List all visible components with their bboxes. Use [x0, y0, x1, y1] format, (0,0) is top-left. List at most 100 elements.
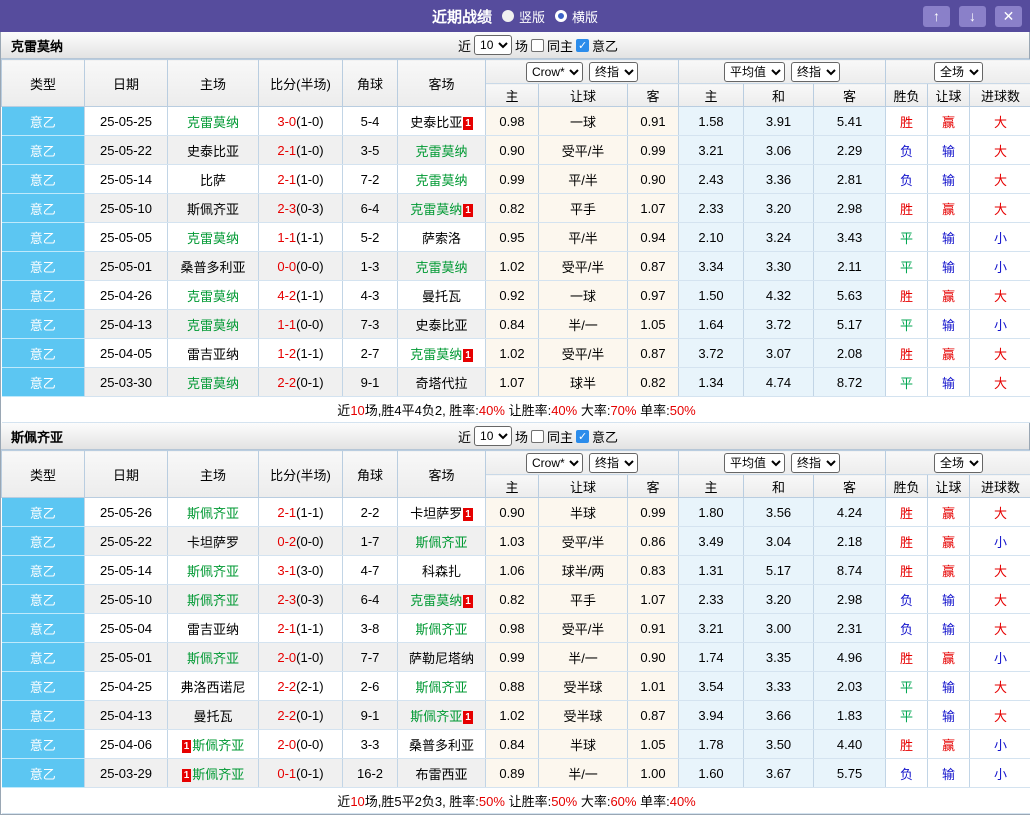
col-header-corner: 角球	[343, 451, 398, 498]
goals-result-cell: 大	[970, 614, 1030, 643]
league-filter-checkbox[interactable]: ✓	[576, 39, 589, 52]
odds-company-select[interactable]: Crow*	[526, 453, 583, 473]
fullmatch-group: 全场	[886, 451, 1030, 475]
summary-text: 70%	[610, 403, 636, 418]
odds-company-select[interactable]: Crow*	[526, 62, 583, 82]
col-header-type: 类型	[2, 60, 85, 107]
score-cell: 0-0(0-0)	[259, 252, 343, 281]
odds-stage-select[interactable]: 终指	[589, 62, 638, 82]
halftime-score: (1-1)	[296, 230, 323, 245]
away-team-cell: 克雷莫纳1	[398, 194, 486, 223]
odds-handicap-cell: 受平/半	[539, 136, 628, 165]
summary-text: 50%	[479, 794, 505, 809]
league-cell: 意乙	[2, 614, 85, 643]
same-home-checkbox[interactable]	[531, 430, 544, 443]
odds-away-cell: 0.82	[628, 368, 679, 397]
away-team-cell: 克雷莫纳1	[398, 339, 486, 368]
odds-home-cell: 0.90	[486, 136, 539, 165]
league-cell: 意乙	[2, 556, 85, 585]
corner-cell: 3-8	[343, 614, 398, 643]
home-team-cell: 弗洛西诺尼	[168, 672, 259, 701]
result-cell: 胜	[886, 339, 928, 368]
avg-draw-cell: 3.66	[744, 701, 814, 730]
near-label: 近	[458, 427, 471, 446]
avg-draw-cell: 3.35	[744, 643, 814, 672]
section-summary: 近10场,胜4平4负2, 胜率:40% 让胜率:40% 大率:70% 单率:50…	[2, 397, 1030, 423]
results-table: 类型 日期 主场 比分(半场) 角球 客场 Crow* 终指 平均值	[1, 59, 1030, 423]
league-cell: 意乙	[2, 730, 85, 759]
same-home-label: 同主	[547, 36, 573, 55]
corner-cell: 6-4	[343, 585, 398, 614]
team-name-text: 克雷莫纳	[415, 260, 467, 275]
table-row: 意乙25-05-26斯佩齐亚2-1(1-1)2-2卡坦萨罗10.90半球0.99…	[2, 498, 1030, 527]
average-type-select[interactable]: 平均值	[724, 62, 785, 82]
league-filter-checkbox[interactable]: ✓	[576, 430, 589, 443]
home-team-cell: 桑普多利亚	[168, 252, 259, 281]
layout-horizontal-radio[interactable]: 横版	[555, 7, 598, 26]
sub-header-goals: 进球数	[970, 475, 1030, 498]
avg-home-cell: 3.72	[679, 339, 744, 368]
odds-handicap-cell: 半球	[539, 730, 628, 759]
table-row: 意乙25-05-14比萨2-1(1-0)7-2克雷莫纳0.99平/半0.902.…	[2, 165, 1030, 194]
col-header-score: 比分(半场)	[259, 60, 343, 107]
table-row: 意乙25-05-04雷吉亚纳2-1(1-1)3-8斯佩齐亚0.98受平/半0.9…	[2, 614, 1030, 643]
team-name-text: 曼托瓦	[422, 289, 461, 304]
odds-home-cell: 1.02	[486, 701, 539, 730]
goals-result-cell: 小	[970, 643, 1030, 672]
table-row: 意乙25-03-30克雷莫纳2-2(0-1)9-1奇塔代拉1.07球半0.821…	[2, 368, 1030, 397]
recent-count-select[interactable]: 10	[474, 426, 512, 446]
odds-home-cell: 0.82	[486, 194, 539, 223]
odds-home-cell: 1.02	[486, 339, 539, 368]
date-cell: 25-04-25	[85, 672, 168, 701]
odds-away-cell: 0.97	[628, 281, 679, 310]
same-home-checkbox[interactable]	[531, 39, 544, 52]
average-stage-select[interactable]: 终指	[791, 453, 840, 473]
away-team-cell: 萨勒尼塔纳	[398, 643, 486, 672]
odds-home-cell: 0.84	[486, 730, 539, 759]
odds-home-cell: 0.92	[486, 281, 539, 310]
odds-handicap-cell: 受平/半	[539, 339, 628, 368]
date-cell: 25-04-13	[85, 701, 168, 730]
fullmatch-select[interactable]: 全场	[934, 62, 983, 82]
scroll-down-button[interactable]: ↓	[959, 6, 986, 27]
odds-home-cell: 0.88	[486, 672, 539, 701]
result-cell: 胜	[886, 556, 928, 585]
scroll-up-button[interactable]: ↑	[923, 6, 950, 27]
team-name: 斯佩齐亚	[1, 427, 63, 446]
team-name-text: 雷吉亚纳	[187, 347, 239, 362]
avg-away-cell: 4.40	[814, 730, 886, 759]
table-row: 意乙25-05-14斯佩齐亚3-1(3-0)4-7科森扎1.06球半/两0.83…	[2, 556, 1030, 585]
score-cell: 4-2(1-1)	[259, 281, 343, 310]
home-team-cell: 1斯佩齐亚	[168, 759, 259, 788]
goals-result-cell: 小	[970, 730, 1030, 759]
fulltime-score: 2-1	[277, 172, 296, 187]
home-team-cell: 克雷莫纳	[168, 368, 259, 397]
average-stage-select[interactable]: 终指	[791, 62, 840, 82]
odds-handicap-cell: 受半球	[539, 701, 628, 730]
halftime-score: (0-1)	[296, 766, 323, 781]
recent-count-select[interactable]: 10	[474, 35, 512, 55]
fullmatch-select[interactable]: 全场	[934, 453, 983, 473]
fulltime-score: 2-2	[277, 679, 296, 694]
results-table: 类型 日期 主场 比分(半场) 角球 客场 Crow* 终指 平均值	[1, 450, 1030, 814]
odds-home-cell: 0.98	[486, 614, 539, 643]
summary-text: 50%	[670, 403, 696, 418]
summary-text: 40%	[479, 403, 505, 418]
corner-cell: 5-2	[343, 223, 398, 252]
date-cell: 25-05-22	[85, 136, 168, 165]
league-cell: 意乙	[2, 310, 85, 339]
league-cell: 意乙	[2, 585, 85, 614]
league-filter-label: 意乙	[592, 427, 618, 446]
odds-away-cell: 0.87	[628, 701, 679, 730]
col-header-home: 主场	[168, 451, 259, 498]
close-button[interactable]: ✕	[995, 6, 1022, 27]
team-name-text: 斯佩齐亚	[187, 593, 239, 608]
result-cell: 平	[886, 672, 928, 701]
odds-stage-select[interactable]: 终指	[589, 453, 638, 473]
average-type-select[interactable]: 平均值	[724, 453, 785, 473]
avg-home-cell: 2.33	[679, 194, 744, 223]
section-cremonese: 克雷莫纳 近 10 场 同主 ✓ 意乙 类型 日期 主场	[1, 32, 1029, 423]
team-name-text: 萨勒尼塔纳	[409, 651, 474, 666]
odds-away-cell: 0.91	[628, 614, 679, 643]
layout-vertical-radio[interactable]: 竖版	[502, 7, 545, 26]
